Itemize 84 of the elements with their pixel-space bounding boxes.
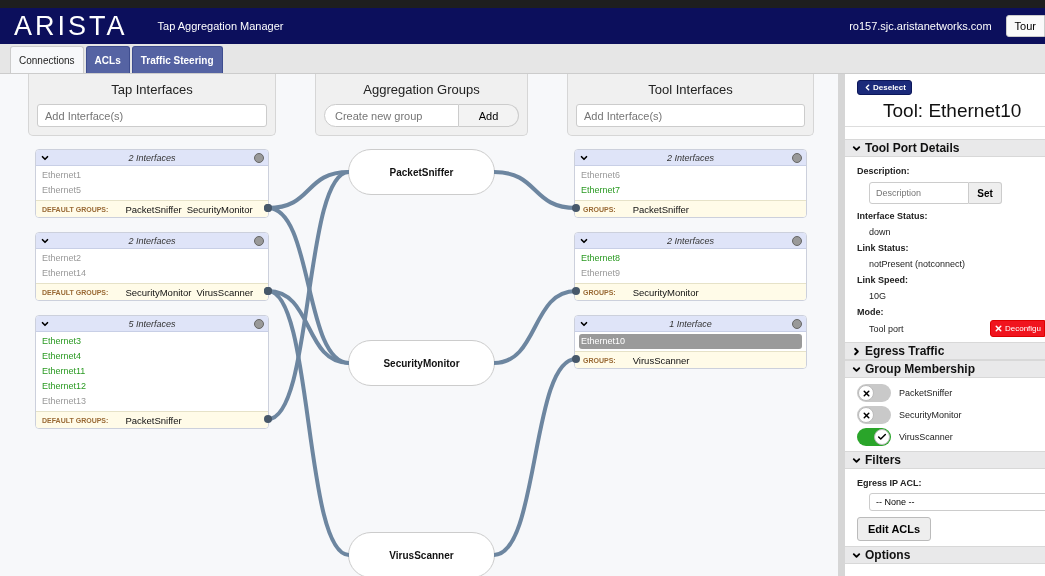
- add-button[interactable]: Add: [459, 104, 519, 127]
- section-header[interactable]: Group Membership: [845, 360, 1045, 378]
- field-value: 10G: [868, 290, 886, 303]
- section-header[interactable]: Tool Port Details: [845, 139, 1045, 157]
- field-label: Egress IP ACL:: [857, 477, 923, 490]
- interface-name[interactable]: Ethernet1: [40, 168, 264, 183]
- field-label: Link Speed:: [857, 274, 909, 287]
- group-name: SecurityMonitor: [899, 410, 962, 420]
- interface-name[interactable]: Ethernet11: [40, 364, 264, 379]
- tab[interactable]: Connections: [10, 46, 84, 73]
- interface-name[interactable]: Ethernet13: [40, 394, 264, 409]
- interface-name[interactable]: Ethernet6: [579, 168, 802, 183]
- section-header[interactable]: Egress Traffic: [845, 342, 1045, 360]
- add-interface-input[interactable]: Add Interface(s): [37, 104, 267, 127]
- chevron-right-icon: [851, 345, 862, 357]
- group-name: VirusScanner: [196, 286, 254, 298]
- deconfigure-button[interactable]: Deconfigu: [989, 320, 1045, 337]
- interface-count: 2 Interfaces: [666, 152, 715, 163]
- group-name: SecurityMonitor: [186, 203, 253, 215]
- interface-name[interactable]: Ethernet12: [40, 379, 264, 394]
- section-header[interactable]: Options: [845, 546, 1045, 564]
- toggle-switch[interactable]: [857, 384, 891, 402]
- check-icon: [877, 432, 887, 442]
- interface-count: 2 Interfaces: [666, 235, 715, 246]
- close-icon: [993, 324, 1003, 333]
- host-name: ro157.sjc.aristanetworks.com: [849, 20, 992, 32]
- edit-acls-button[interactable]: Edit ACLs: [857, 517, 932, 541]
- description-input[interactable]: Description: [869, 182, 969, 204]
- acl-select[interactable]: -- None --: [869, 493, 1045, 511]
- status-dot-icon: [254, 152, 264, 163]
- interface-name[interactable]: Ethernet14: [40, 266, 264, 281]
- panel-title: Tool Interfaces: [648, 81, 733, 99]
- status-dot-icon: [254, 235, 264, 246]
- status-dot-icon: [792, 318, 802, 329]
- interface-name[interactable]: Ethernet8: [579, 251, 802, 266]
- interface-name[interactable]: Ethernet5: [40, 183, 264, 198]
- cross-icon: [861, 388, 871, 398]
- tab[interactable]: ACLs: [85, 46, 130, 73]
- group-name: PacketSniffer: [899, 388, 953, 398]
- logo: ARISTA: [14, 10, 128, 42]
- interface-count: 2 Interfaces: [127, 152, 177, 163]
- field-value: down: [868, 226, 891, 239]
- interface-name[interactable]: Ethernet7: [579, 183, 802, 198]
- interface-name[interactable]: Ethernet2: [40, 251, 264, 266]
- group-node[interactable]: VirusScanner: [348, 532, 495, 576]
- interface-name[interactable]: Ethernet3: [40, 334, 264, 349]
- field-label: Link Status:: [857, 242, 910, 255]
- panel-title: Tap Interfaces: [111, 81, 193, 99]
- status-dot-icon: [254, 318, 264, 329]
- app-title: Tap Aggregation Manager: [157, 20, 285, 32]
- group-node[interactable]: SecurityMonitor: [348, 340, 495, 386]
- sidebar-title: Tool: Ethernet10: [883, 100, 1023, 123]
- toggle-switch[interactable]: [857, 406, 891, 424]
- field-label: Description:: [857, 165, 911, 178]
- group-name: PacketSniffer: [125, 414, 182, 426]
- panel-title: Aggregation Groups: [363, 81, 480, 99]
- group-name: SecurityMonitor: [125, 286, 192, 298]
- status-dot-icon: [792, 235, 802, 246]
- interface-count: 2 Interfaces: [127, 235, 177, 246]
- status-dot-icon: [792, 152, 802, 163]
- tab[interactable]: Traffic Steering: [131, 46, 223, 73]
- interface-name[interactable]: Ethernet4: [40, 349, 264, 364]
- interface-count: 5 Interfaces: [127, 318, 177, 329]
- group-node[interactable]: PacketSniffer: [348, 149, 495, 195]
- cross-icon: [861, 410, 871, 420]
- field-value: notPresent (notconnect): [868, 258, 966, 271]
- toggle-switch[interactable]: [857, 428, 891, 446]
- set-button[interactable]: Set: [969, 182, 1002, 204]
- group-name: VirusScanner: [632, 354, 690, 366]
- deselect-button[interactable]: Deselect: [857, 80, 912, 95]
- section-header[interactable]: Filters: [845, 451, 1045, 469]
- interface-name[interactable]: Ethernet9: [579, 266, 802, 281]
- interface-count: 1 Interface: [668, 318, 713, 329]
- chevron-left-icon: [863, 83, 872, 92]
- group-name: SecurityMonitor: [632, 286, 699, 298]
- tour-button[interactable]: Tour: [1005, 15, 1045, 37]
- new-group-input[interactable]: Create new group: [324, 104, 459, 127]
- field-label: Interface Status:: [857, 210, 929, 223]
- field-value: Tool port: [868, 322, 904, 336]
- group-name: VirusScanner: [899, 432, 953, 442]
- add-interface-input[interactable]: Add Interface(s): [576, 104, 805, 127]
- field-label: Mode:: [857, 306, 885, 319]
- group-name: PacketSniffer: [125, 203, 182, 215]
- group-name: PacketSniffer: [632, 203, 689, 215]
